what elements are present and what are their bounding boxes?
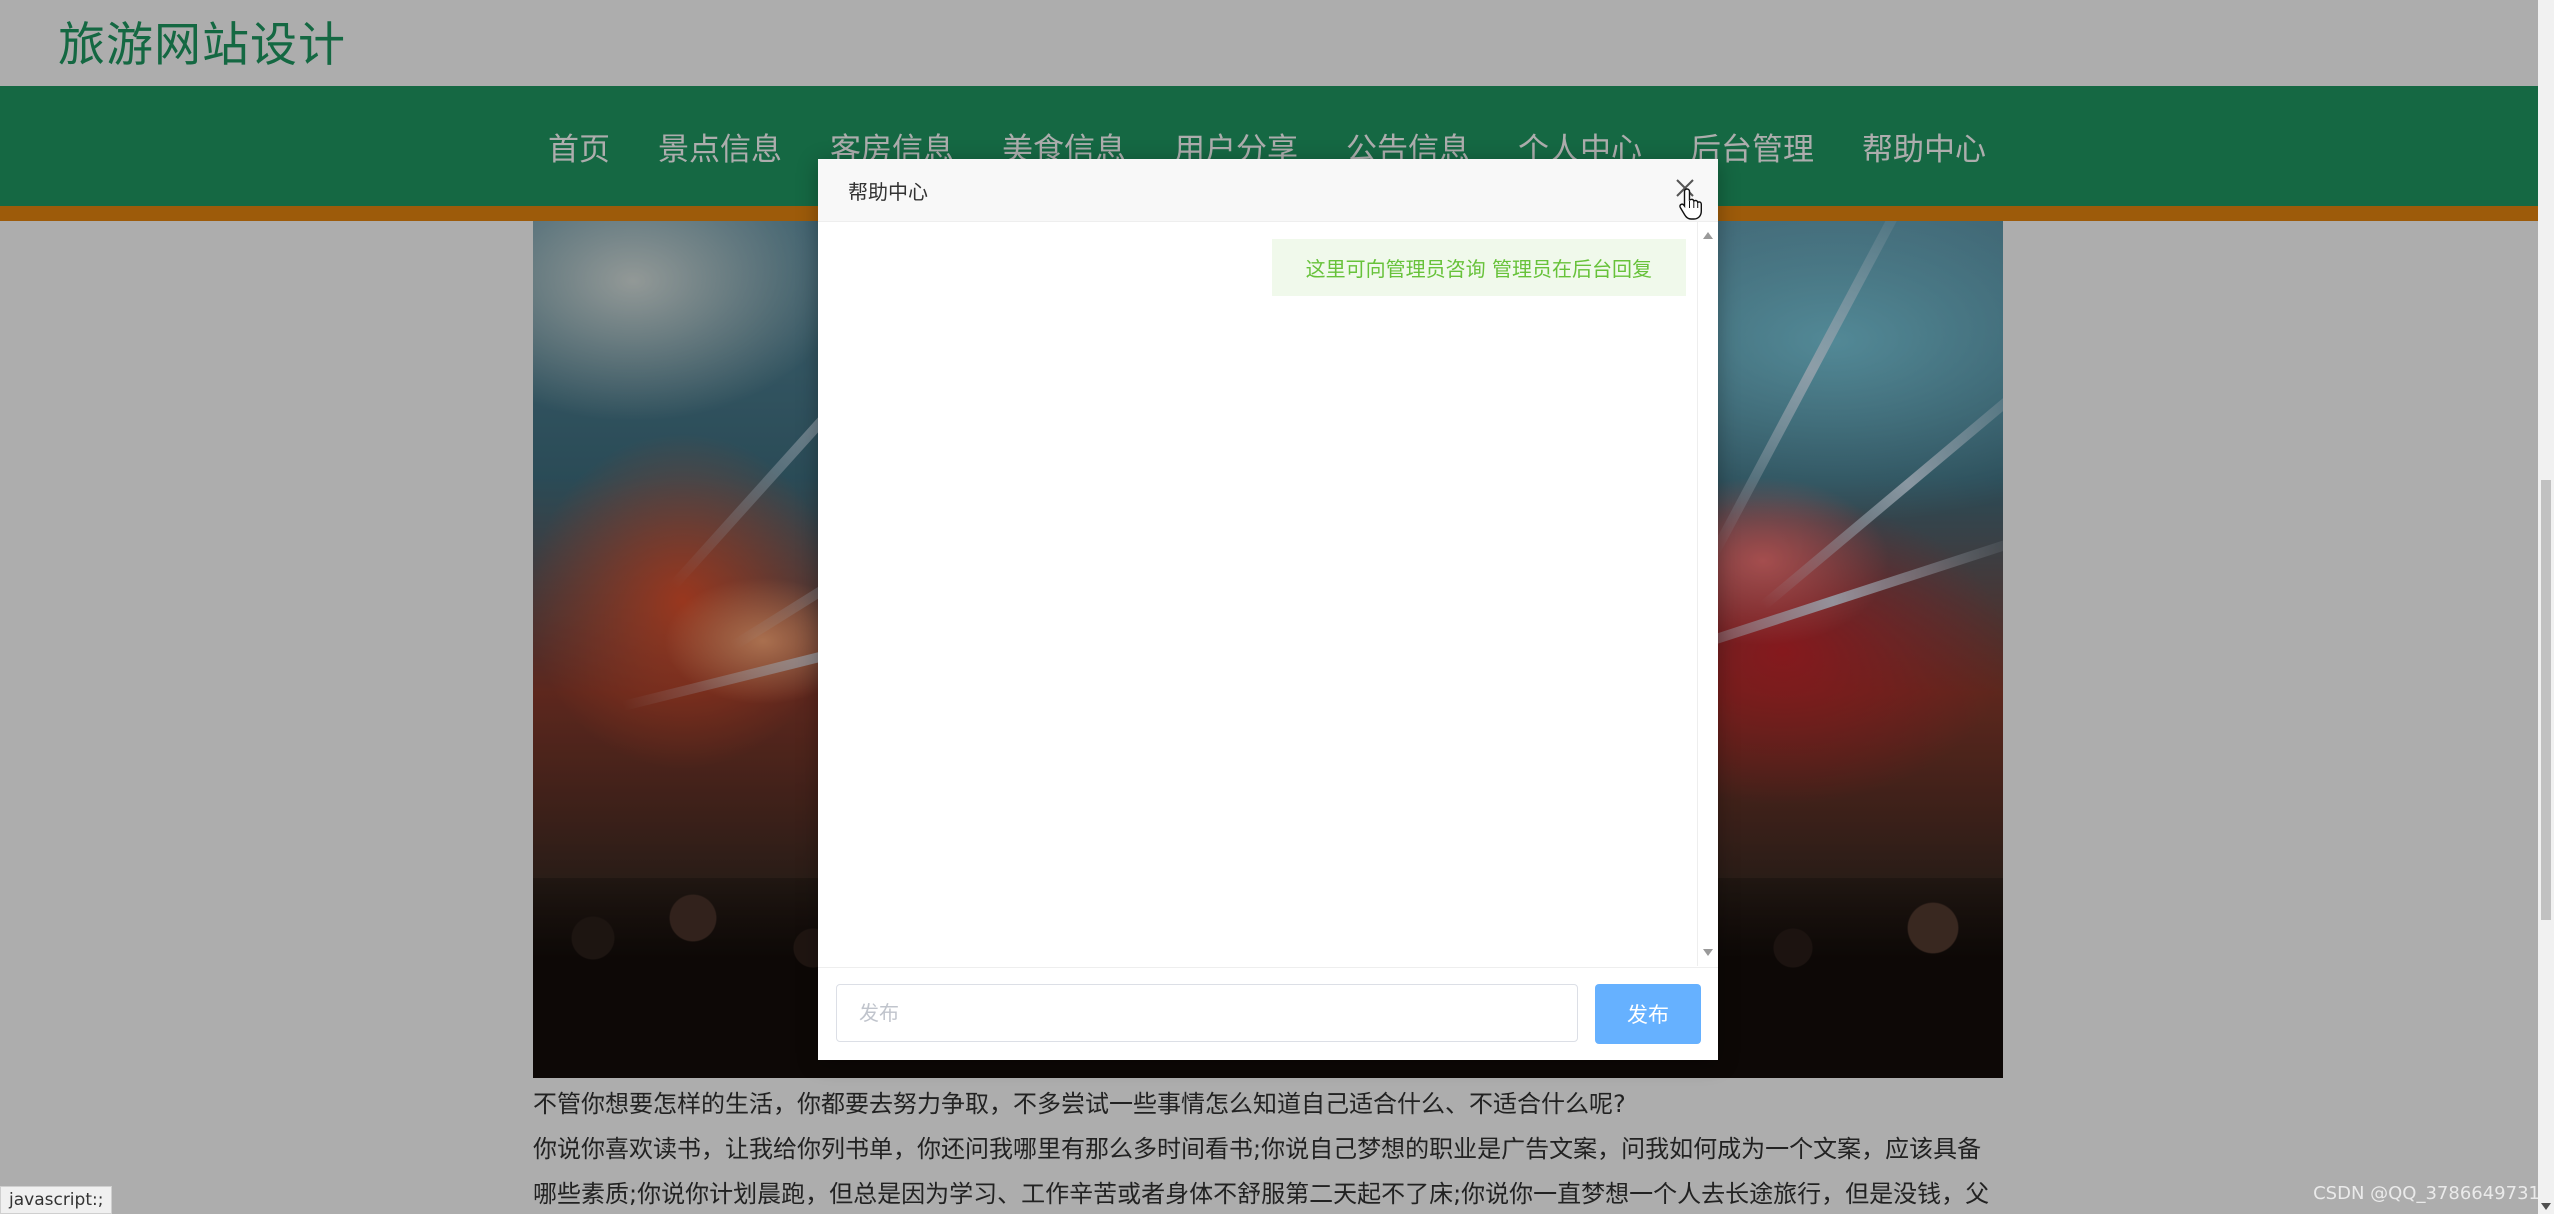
dialog-title: 帮助中心 [848,180,928,204]
message-input[interactable] [836,984,1578,1042]
page-scrollbar-thumb[interactable] [2541,480,2551,920]
chat-message: 这里可向管理员咨询 管理员在后台回复 [1271,239,1686,296]
dialog-footer: 发布 [818,967,1718,1060]
status-bar-url: javascript:; [0,1186,113,1214]
help-center-dialog: 帮助中心 这里可向管理员咨询 管理员在后台回复 发布 [818,159,1718,1060]
scroll-down-arrow-icon[interactable] [1703,949,1713,956]
scroll-up-arrow-icon[interactable] [1703,232,1713,239]
hand-pointer-cursor-icon [1678,187,1704,221]
watermark: CSDN @QQ_3786649731 [2313,1183,2540,1204]
scroll-down-arrow-icon[interactable] [2541,1203,2551,1210]
page-scrollbar[interactable] [2538,0,2554,1214]
post-button[interactable]: 发布 [1595,984,1701,1044]
dialog-scrollbar[interactable] [1697,222,1718,966]
dialog-header: 帮助中心 [818,159,1718,222]
chat-message-area: 这里可向管理员咨询 管理员在后台回复 [818,222,1696,966]
